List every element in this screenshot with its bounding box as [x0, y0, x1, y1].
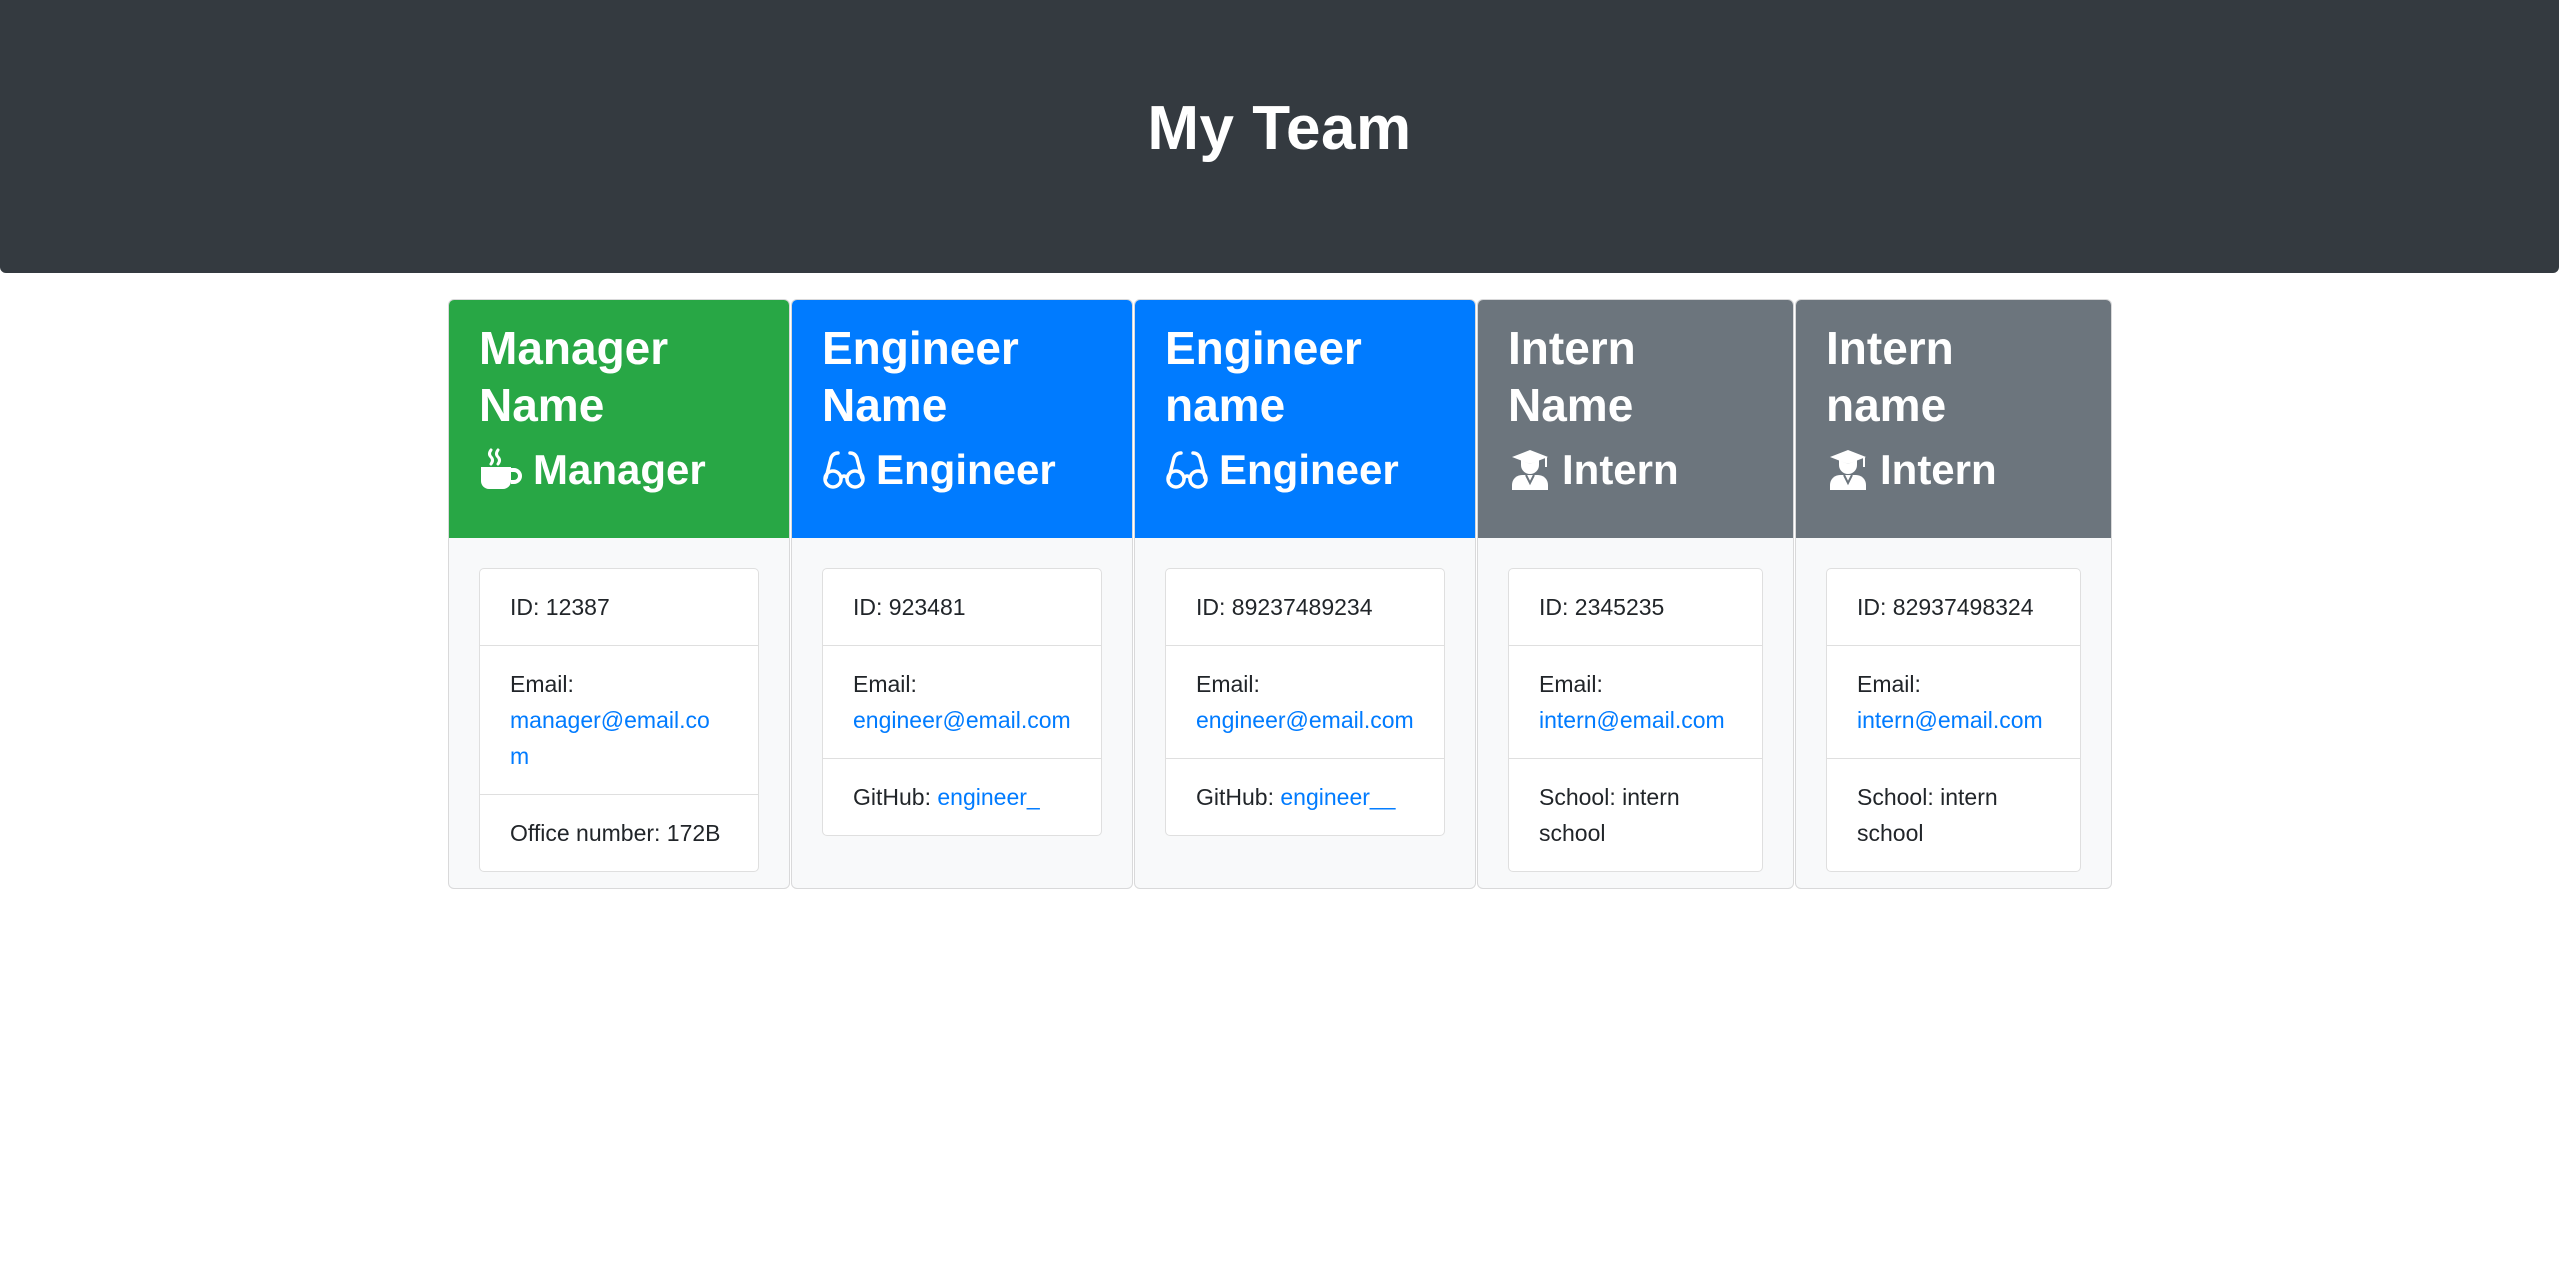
page-header: My Team — [0, 0, 2559, 273]
id-item: ID: 2345235 — [1539, 594, 1665, 620]
card-header: Engineer name Engineer — [1135, 300, 1475, 538]
employee-name: Intern Name — [1508, 322, 1636, 431]
school-item: School: intern school — [1827, 758, 2080, 871]
id-item: ID: 82937498324 — [1857, 594, 2034, 620]
graduate-icon — [1826, 448, 1870, 492]
email-label: Email: — [1857, 671, 1921, 697]
email-item: Email: engineer@email.com — [1166, 645, 1444, 758]
github-link[interactable]: engineer_ — [937, 784, 1039, 810]
info-list: ID: 923481 Email: engineer@email.com Git… — [822, 568, 1102, 836]
employee-role: Engineer — [822, 445, 1102, 495]
role-label: Intern — [1880, 446, 1997, 493]
employee-name: Intern name — [1826, 322, 1954, 431]
github-item: GitHub: engineer__ — [1166, 758, 1444, 835]
employee-card-engineer: Engineer Name Engineer ID: 923481 Email:… — [791, 299, 1133, 889]
email-label: Email: — [1196, 671, 1260, 697]
card-header: Intern name Intern — [1796, 300, 2111, 538]
employee-name: Engineer name — [1165, 322, 1362, 431]
info-list: ID: 82937498324 Email: intern@email.com … — [1826, 568, 2081, 872]
email-link[interactable]: intern@email.com — [1539, 707, 1725, 733]
employee-card-engineer: Engineer name Engineer ID: 89237489234 E… — [1134, 299, 1476, 889]
id-item: ID: 12387 — [510, 594, 610, 620]
employee-card-intern: Intern Name Intern ID: 2345235 Email: in… — [1477, 299, 1794, 889]
email-link[interactable]: manager@email.com — [510, 707, 710, 769]
github-label: GitHub: — [1196, 784, 1274, 810]
role-label: Engineer — [1219, 446, 1399, 493]
employee-name: Manager Name — [479, 322, 669, 431]
card-body: ID: 923481 Email: engineer@email.com Git… — [792, 538, 1132, 866]
school-item: School: intern school — [1509, 758, 1762, 871]
employee-role: Engineer — [1165, 445, 1445, 495]
employee-card-intern: Intern name Intern ID: 82937498324 Email… — [1795, 299, 2112, 889]
github-item: GitHub: engineer_ — [823, 758, 1101, 835]
card-body: ID: 82937498324 Email: intern@email.com … — [1796, 538, 2111, 888]
card-header: Engineer Name Engineer — [792, 300, 1132, 538]
graduate-icon — [1508, 448, 1552, 492]
email-item: Email: engineer@email.com — [823, 645, 1101, 758]
email-item: Email: intern@email.com — [1509, 645, 1762, 758]
info-list: ID: 12387 Email: manager@email.com Offic… — [479, 568, 759, 872]
email-link[interactable]: intern@email.com — [1857, 707, 2043, 733]
card-body: ID: 89237489234 Email: engineer@email.co… — [1135, 538, 1475, 866]
github-label: GitHub: — [853, 784, 931, 810]
email-label: Email: — [853, 671, 917, 697]
github-link[interactable]: engineer__ — [1280, 784, 1395, 810]
role-label: Manager — [533, 446, 706, 493]
employee-card-manager: Manager Name Manager ID: 12387 Email: ma… — [448, 299, 790, 889]
email-label: Email: — [510, 671, 574, 697]
role-label: Intern — [1562, 446, 1679, 493]
glasses-icon — [1165, 448, 1209, 492]
email-item: Email: intern@email.com — [1827, 645, 2080, 758]
email-link[interactable]: engineer@email.com — [1196, 707, 1414, 733]
role-label: Engineer — [876, 446, 1056, 493]
email-label: Email: — [1539, 671, 1603, 697]
card-header: Intern Name Intern — [1478, 300, 1793, 538]
id-item: ID: 89237489234 — [1196, 594, 1373, 620]
card-body: ID: 2345235 Email: intern@email.com Scho… — [1478, 538, 1793, 888]
info-list: ID: 2345235 Email: intern@email.com Scho… — [1508, 568, 1763, 872]
employee-role: Intern — [1826, 445, 2081, 495]
id-item: ID: 923481 — [853, 594, 966, 620]
employee-role: Intern — [1508, 445, 1763, 495]
email-item: Email: manager@email.com — [480, 645, 758, 794]
page-title: My Team — [1147, 94, 1412, 163]
glasses-icon — [822, 448, 866, 492]
employee-name: Engineer Name — [822, 322, 1019, 431]
info-list: ID: 89237489234 Email: engineer@email.co… — [1165, 568, 1445, 836]
email-link[interactable]: engineer@email.com — [853, 707, 1071, 733]
coffee-mug-icon — [479, 448, 523, 492]
employee-role: Manager — [479, 445, 759, 495]
team-cards: Manager Name Manager ID: 12387 Email: ma… — [448, 299, 2112, 889]
card-body: ID: 12387 Email: manager@email.com Offic… — [449, 538, 789, 888]
office-number-item: Office number: 172B — [480, 794, 758, 871]
card-header: Manager Name Manager — [449, 300, 789, 538]
